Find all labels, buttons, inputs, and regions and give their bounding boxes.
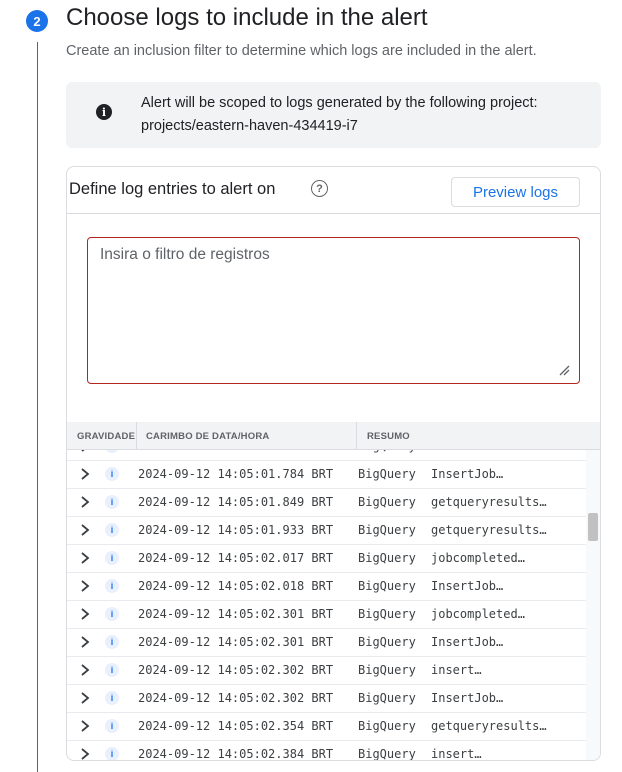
log-table-header: GRAVIDADE CARIMBO DE DATA/HORA RESUMO [67, 422, 600, 450]
chevron-right-icon[interactable] [80, 495, 90, 509]
log-service: BigQuery [358, 691, 416, 705]
project-scope-info-box: i Alert will be scoped to logs generated… [66, 82, 601, 148]
info-text: Alert will be scoped to logs generated b… [141, 95, 538, 111]
chevron-right-icon[interactable] [80, 607, 90, 621]
log-service: BigQuery [358, 663, 416, 677]
chevron-right-icon[interactable] [80, 551, 90, 565]
project-path: projects/eastern-haven-434419-i7 [141, 118, 358, 134]
log-summary: InsertJob… [431, 467, 504, 481]
column-separator [136, 422, 137, 449]
log-service: BigQuery [358, 495, 416, 509]
log-summary: getqueryresults… [431, 495, 547, 509]
chevron-right-icon[interactable] [80, 635, 90, 649]
chevron-right-icon[interactable] [80, 579, 90, 593]
log-filter-field[interactable] [87, 237, 580, 384]
chevron-right-icon[interactable] [80, 719, 90, 733]
query-section-title: Define log entries to alert on [69, 180, 276, 198]
log-service: BigQuery [358, 719, 416, 733]
log-summary: getqueryresults… [431, 523, 547, 537]
info-severity-icon: i [105, 579, 119, 593]
column-separator [356, 422, 357, 449]
column-header-timestamp[interactable]: CARIMBO DE DATA/HORA [146, 431, 269, 442]
log-service: BigQuery [358, 467, 416, 481]
log-service: BigQuery [358, 450, 416, 453]
log-entry-row[interactable]: i 2024-09-12 14:05:02.302 BRT BigQuery inse… [67, 656, 587, 685]
log-entry-row[interactable]: i 2024-09-12 14:05:01.784 BRT BigQuery Inse… [67, 460, 587, 489]
step-title: Choose logs to include in the alert [66, 4, 428, 31]
chevron-right-icon[interactable] [80, 523, 90, 537]
log-service: BigQuery [358, 551, 416, 565]
resize-handle-icon[interactable] [558, 364, 570, 376]
log-summary: InsertJob… [431, 691, 504, 705]
help-circle-icon[interactable]: ? [311, 180, 328, 197]
log-timestamp: 2024-09-12 14:05:02.018 BRT [138, 579, 334, 593]
log-query-card: Define log entries to alert on ? Preview… [66, 166, 601, 761]
info-severity-icon: i [105, 523, 119, 537]
step-number-badge: 2 [26, 10, 48, 32]
log-timestamp: 2024-09-12 14:05:01.783 BRT [138, 450, 333, 453]
log-timestamp: 2024-09-12 14:05:02.301 BRT [138, 607, 334, 621]
log-filter-input[interactable] [88, 238, 579, 383]
info-severity-icon: i [105, 691, 119, 705]
info-severity-icon: i [105, 635, 119, 649]
info-severity-icon: i [105, 747, 119, 760]
log-timestamp: 2024-09-12 14:05:02.017 BRT [138, 551, 334, 565]
info-severity-icon: i [105, 607, 119, 621]
log-entry-row[interactable]: i 2024-09-12 14:05:02.354 BRT BigQuery getq… [67, 712, 587, 741]
log-entry-row[interactable]: i 2024-09-12 14:05:02.018 BRT BigQuery Inse… [67, 572, 587, 601]
info-severity-icon: i [105, 495, 119, 509]
log-timestamp: 2024-09-12 14:05:02.354 BRT [138, 719, 334, 733]
log-summary: jobcompleted… [431, 551, 525, 565]
info-severity-icon: i [105, 719, 119, 733]
log-entry-row[interactable]: i 2024-09-12 14:05:02.302 BRT BigQuery Inse… [67, 684, 587, 713]
log-summary: InsertJob… [431, 450, 503, 453]
info-severity-icon: i [105, 551, 119, 565]
log-entry-row[interactable]: i 2024-09-12 14:05:02.384 BRT BigQuery inse… [67, 740, 587, 760]
log-timestamp: 2024-09-12 14:05:02.384 BRT [138, 747, 334, 760]
log-table-body: i 2024-09-12 14:05:01.783 BRT BigQuery Inse… [67, 450, 600, 760]
card-divider [67, 213, 600, 214]
log-entry-row[interactable]: i 2024-09-12 14:05:02.301 BRT BigQuery Inse… [67, 628, 587, 657]
info-severity-icon: i [105, 663, 119, 677]
log-service: BigQuery [358, 607, 416, 621]
chevron-right-icon[interactable] [80, 747, 90, 760]
info-severity-icon: i [105, 467, 119, 481]
column-header-summary[interactable]: RESUMO [367, 431, 410, 442]
log-summary: getqueryresults… [431, 719, 547, 733]
log-service: BigQuery [358, 635, 416, 649]
preview-logs-button[interactable]: Preview logs [451, 177, 580, 207]
log-summary: insert… [431, 747, 482, 760]
log-entry-row[interactable]: i 2024-09-12 14:05:02.017 BRT BigQuery jobc… [67, 544, 587, 573]
log-entry-row[interactable]: i 2024-09-12 14:05:01.933 BRT BigQuery getq… [67, 516, 587, 545]
log-timestamp: 2024-09-12 14:05:01.849 BRT [138, 495, 334, 509]
step-connector-line [37, 42, 38, 772]
column-header-severity[interactable]: GRAVIDADE [77, 431, 135, 442]
log-summary: InsertJob… [431, 635, 504, 649]
step-subtitle: Create an inclusion filter to determine … [66, 43, 537, 59]
scrollbar-track[interactable] [586, 450, 600, 760]
log-timestamp: 2024-09-12 14:05:02.302 BRT [138, 691, 334, 705]
log-service: BigQuery [358, 747, 416, 760]
log-service: BigQuery [358, 523, 416, 537]
info-icon: i [96, 104, 112, 120]
log-timestamp: 2024-09-12 14:05:02.301 BRT [138, 635, 334, 649]
log-timestamp: 2024-09-12 14:05:01.933 BRT [138, 523, 334, 537]
log-summary: InsertJob… [431, 579, 504, 593]
scrollbar-thumb[interactable] [588, 513, 598, 541]
info-severity-icon: i [105, 450, 119, 453]
chevron-right-icon[interactable] [80, 691, 90, 705]
log-entry-row[interactable]: i 2024-09-12 14:05:02.301 BRT BigQuery jobc… [67, 600, 587, 629]
log-entry-row[interactable]: i 2024-09-12 14:05:01.849 BRT BigQuery getq… [67, 488, 587, 517]
chevron-right-icon[interactable] [80, 450, 90, 453]
chevron-right-icon[interactable] [80, 467, 90, 481]
log-summary: jobcompleted… [431, 607, 525, 621]
log-summary: insert… [431, 663, 482, 677]
chevron-right-icon[interactable] [80, 663, 90, 677]
log-service: BigQuery [358, 579, 416, 593]
log-timestamp: 2024-09-12 14:05:01.784 BRT [138, 467, 334, 481]
log-timestamp: 2024-09-12 14:05:02.302 BRT [138, 663, 334, 677]
